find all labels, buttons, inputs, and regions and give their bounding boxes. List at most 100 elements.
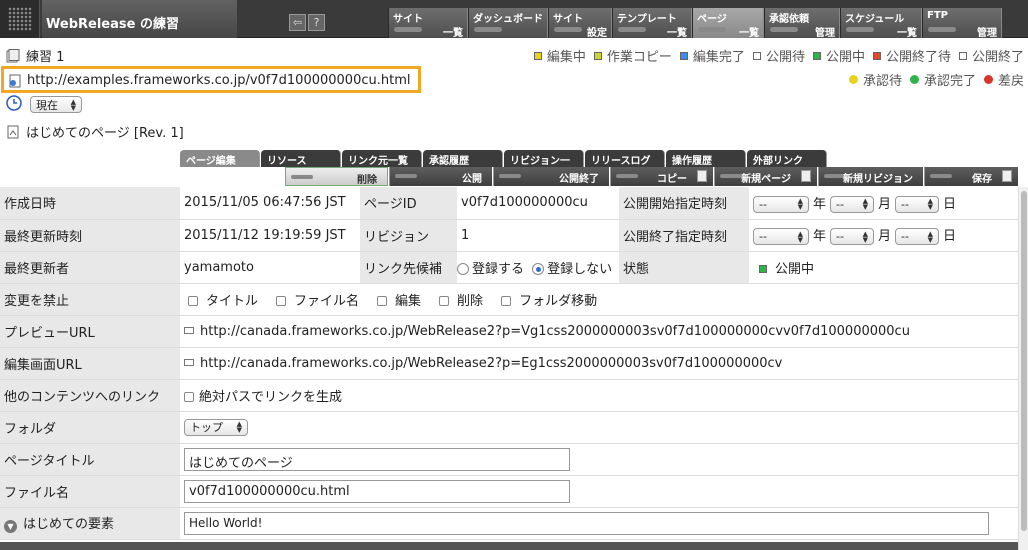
- topnav-item-1[interactable]: ダッシュボード: [468, 8, 548, 38]
- page-url-icon: [8, 74, 22, 88]
- topnav-item-2[interactable]: サイト 設定: [548, 8, 612, 39]
- button-indicator: [930, 174, 952, 178]
- legend-item: 編集完了: [679, 46, 745, 65]
- table-row: ファイル名 v0f7d100000000cu.html: [0, 475, 1018, 508]
- lock-option: フォルダ移動: [501, 294, 597, 309]
- legend-item: 承認待: [848, 70, 902, 89]
- lock-option-label: 編集: [395, 293, 422, 309]
- created-label: 作成日時: [0, 187, 180, 220]
- lock-option-checkbox[interactable]: [377, 295, 388, 306]
- published-status-icon: [759, 264, 767, 273]
- app-logo[interactable]: [0, 0, 40, 38]
- topnav-item-indicator: [770, 27, 798, 32]
- action-button-4[interactable]: 新規ページ: [714, 167, 817, 186]
- mail-icon[interactable]: [184, 326, 194, 334]
- tab-2[interactable]: リンク元一覧: [342, 150, 422, 167]
- topnav-item-indicator: [394, 27, 422, 32]
- abs-path-checkbox[interactable]: [184, 391, 194, 402]
- pub-start-date: -- ▲ ▼ 年 -- ▲ ▼ 月 -- ▲ ▼ 日: [749, 187, 1018, 220]
- lock-option-checkbox[interactable]: [188, 295, 198, 306]
- status-square-icon: [533, 51, 542, 60]
- page-title-input[interactable]: はじめてのページ: [184, 447, 570, 471]
- action-button-1[interactable]: 公開: [389, 167, 492, 186]
- mail-icon[interactable]: [184, 358, 194, 366]
- topnav-item-indicator: [618, 27, 646, 32]
- tab-7[interactable]: 外部リンク: [747, 150, 827, 167]
- edit-url-link[interactable]: http://canada.frameworks.co.jp/WebReleas…: [200, 356, 782, 371]
- select-arrow-icon: ▲ ▼: [862, 229, 869, 244]
- scrollbar-thumb[interactable]: [1021, 191, 1027, 531]
- legend-label: 公開中: [825, 50, 865, 65]
- site-row: 練習 1: [6, 46, 64, 65]
- page-url-link[interactable]: http://examples.frameworks.co.jp/v0f7d10…: [27, 73, 410, 88]
- topnav-item-label: ページ: [697, 14, 727, 25]
- date-select-day[interactable]: -- ▲ ▼: [895, 195, 940, 213]
- vertical-scrollbar[interactable]: [1018, 187, 1028, 550]
- date-select-month[interactable]: -- ▲ ▼: [830, 228, 875, 245]
- tab-6[interactable]: 操作履歴: [666, 150, 746, 167]
- date-select-month[interactable]: -- ▲ ▼: [830, 195, 875, 213]
- top-bar: WebRelease の練習 ⇦ ? サイト 一覧 ダッシュボード サイト 設定 テンプレ…: [0, 0, 1028, 39]
- topnav-item-sublabel: 一覧: [739, 28, 759, 39]
- file-name-input[interactable]: v0f7d100000000cu.html: [184, 479, 570, 503]
- date-select-year[interactable]: -- ▲ ▼: [753, 228, 809, 245]
- tab-1[interactable]: リソース: [261, 150, 341, 167]
- folder-select[interactable]: トップ ▲ ▼: [184, 418, 248, 436]
- action-button-0[interactable]: 削除: [285, 167, 388, 186]
- tab-0[interactable]: ページ編集: [180, 150, 260, 167]
- action-button-5[interactable]: 新規リビジョン: [818, 167, 923, 186]
- tab-5[interactable]: リリースログ: [585, 150, 665, 167]
- tab-4[interactable]: リビジョン一覧: [504, 150, 584, 182]
- status-dot-icon: [848, 75, 858, 84]
- topnav-item-6[interactable]: スケジュール 一覧: [840, 8, 922, 39]
- button-indicator: [499, 174, 521, 178]
- table-row: 作成日時 2015/11/05 06:47:56 JST ページID v0f7d…: [0, 187, 1018, 220]
- topnav-item-label: FTP: [927, 10, 948, 21]
- table-row: プレビューURL http://canada.frameworks.co.jp/…: [0, 315, 1018, 348]
- preview-url-link[interactable]: http://canada.frameworks.co.jp/WebReleas…: [200, 324, 910, 339]
- topnav-item-label: サイト: [393, 14, 423, 25]
- tab-3[interactable]: 承認履歴: [423, 150, 503, 167]
- back-icon[interactable]: ⇦: [289, 14, 306, 31]
- date-select-year[interactable]: -- ▲ ▼: [753, 195, 809, 213]
- lock-label: 変更を禁止: [0, 283, 180, 316]
- element-input[interactable]: Hello World!: [184, 511, 989, 535]
- chevron-down-icon[interactable]: ▼: [4, 520, 17, 533]
- topnav-item-5[interactable]: 承認依頼 管理: [764, 8, 840, 39]
- register-no-radio[interactable]: [532, 262, 545, 275]
- legend-item: 編集中: [533, 46, 586, 65]
- lock-option-checkbox[interactable]: [501, 295, 512, 306]
- topnav-item-3[interactable]: テンプレート 一覧: [612, 8, 692, 39]
- register-no-label: 登録しない: [547, 261, 613, 277]
- lock-option-checkbox[interactable]: [276, 295, 287, 306]
- topnav-item-indicator: [928, 27, 956, 32]
- topnav-item-7[interactable]: FTP 管理: [922, 8, 1002, 39]
- date-select-value: --: [759, 197, 767, 211]
- link-candidate-label: リンク先候補: [360, 251, 457, 284]
- action-button-2[interactable]: 公開終了: [493, 167, 609, 186]
- lock-option-checkbox[interactable]: [439, 295, 450, 306]
- table-row: ▼ はじめての要素 Hello World!: [0, 507, 1018, 540]
- topnav-item-label: サイト: [553, 14, 583, 25]
- legend-label: 承認待: [862, 74, 902, 89]
- action-button-3[interactable]: コピー: [610, 167, 713, 186]
- revision-select[interactable]: 現在 ▲ ▼: [30, 96, 82, 113]
- date-unit-label: 日: [943, 229, 957, 244]
- topnav-item-0[interactable]: サイト 一覧: [388, 8, 468, 39]
- topnav-item-indicator: [698, 27, 726, 32]
- lock-option-label: ファイル名: [294, 293, 360, 309]
- page-title-rev: はじめてのページ [Rev. 1]: [26, 126, 184, 141]
- status-square-icon: [679, 51, 688, 60]
- lock-option: タイトル: [188, 294, 258, 309]
- lock-option-label: 削除: [457, 293, 484, 309]
- action-button-label: コピー: [657, 174, 687, 185]
- action-button-6[interactable]: 保存: [924, 167, 1018, 186]
- page-tabs: ページ編集リソースリンク元一覧承認履歴リビジョン一覧リリースログ操作履歴外部リン…: [180, 150, 828, 182]
- preview-url-label: プレビューURL: [0, 315, 180, 348]
- document-icon: [697, 170, 707, 182]
- topnav-item-4[interactable]: ページ一覧: [692, 8, 764, 39]
- register-yes-radio[interactable]: [457, 262, 469, 275]
- help-icon[interactable]: ?: [308, 14, 325, 31]
- date-select-day[interactable]: -- ▲ ▼: [895, 228, 940, 245]
- element-label: はじめての要素: [23, 517, 115, 532]
